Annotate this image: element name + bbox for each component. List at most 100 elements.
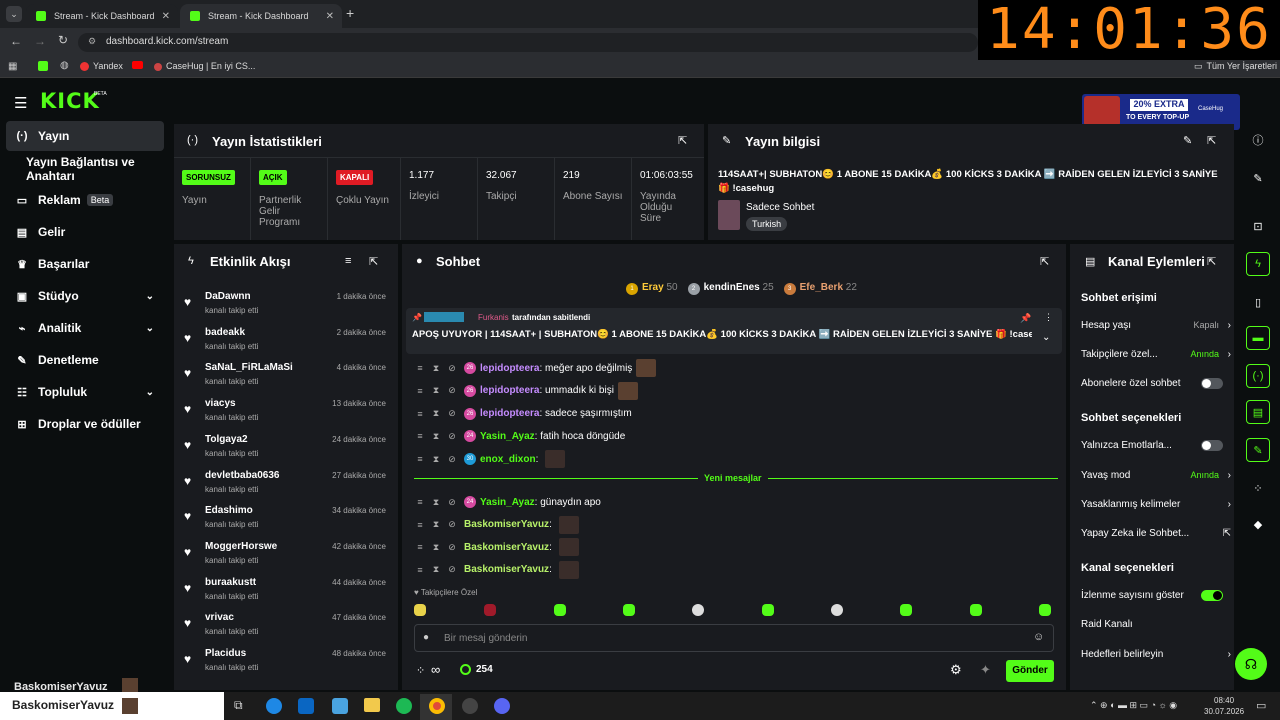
- emote-icon[interactable]: [692, 604, 704, 616]
- activity-username[interactable]: viacys: [205, 398, 236, 409]
- emote-icon[interactable]: [900, 604, 912, 616]
- chat-username[interactable]: Yasin_Ayaz: [480, 431, 535, 442]
- timeout-icon[interactable]: ⧗: [432, 542, 440, 553]
- youtube-icon[interactable]: [132, 61, 143, 69]
- edge-icon[interactable]: [266, 698, 282, 714]
- all-bookmarks[interactable]: ▭ Tüm Yer İşaretleri: [1194, 61, 1277, 72]
- chat-input[interactable]: ● Bir mesaj gönderin ☺: [414, 624, 1054, 652]
- mod-menu-icon[interactable]: ≡: [416, 386, 424, 396]
- activity-item[interactable]: ♥ DaDawnn kanalı takip etti 1 dakika önce: [182, 290, 394, 326]
- chat-message[interactable]: ≡ ⧗ ⊘ 26 lepidopteera: sadece şaşırmıştım: [416, 404, 632, 424]
- timeout-icon[interactable]: ⧗: [432, 385, 440, 396]
- sidebar-item-drops[interactable]: ⊞ Droplar ve ödüller: [6, 409, 164, 439]
- timeout-icon[interactable]: ⧗: [432, 363, 440, 374]
- sidebar-item-revenue[interactable]: ▤ Gelir: [6, 217, 164, 247]
- sidebar-item-community[interactable]: ☷ Topluluk ⌄: [6, 377, 164, 407]
- chat-username[interactable]: lepidopteera: [480, 363, 539, 374]
- sidebar-item-achievements[interactable]: ♛ Başarılar: [6, 249, 164, 279]
- gift-rail-icon[interactable]: ◆: [1246, 512, 1270, 536]
- popout-icon[interactable]: ⇱: [1207, 255, 1216, 268]
- chat-message[interactable]: ≡ ⧗ ⊘ 26 lepidopteera: meğer apo değilmiş: [416, 358, 657, 378]
- emote-icon[interactable]: [762, 604, 774, 616]
- mod-menu-icon[interactable]: ≡: [416, 497, 424, 507]
- tray-icons[interactable]: ⌃ ⊕ ◐ ▬ ⊞ ▭ ◔ ☼ ◉: [1090, 700, 1177, 711]
- sidebar-item-stream-key[interactable]: Yayın Bağlantısı ve Anahtarı: [6, 154, 176, 184]
- apps-grid-icon[interactable]: ▦: [8, 61, 17, 72]
- chat-username[interactable]: lepidopteera: [480, 408, 539, 419]
- chat-message[interactable]: ≡ ⧗ ⊘ 24 Yasin_Ayaz: fatih hoca döngüde: [416, 426, 625, 446]
- activity-username[interactable]: MoggerHorswe: [205, 541, 277, 552]
- emote-icon[interactable]: [623, 604, 635, 616]
- emote-icon[interactable]: [414, 604, 426, 616]
- tab-search-icon[interactable]: ⌄: [6, 6, 22, 22]
- activity-item[interactable]: ♥ SaNaL_FiRLaMaSi kanalı takip etti 4 dakik…: [182, 361, 394, 397]
- outlook-icon[interactable]: [298, 698, 314, 714]
- chat-message[interactable]: ≡ ⧗ ⊘ BaskomiserYavuz:: [416, 537, 579, 557]
- more-icon[interactable]: ⋮: [1044, 312, 1053, 323]
- new-tab-button[interactable]: +: [346, 5, 354, 21]
- chrome-icon[interactable]: [429, 698, 445, 714]
- activity-item[interactable]: ♥ Tolgaya2 kanalı takip etti 24 dakika önce: [182, 433, 394, 469]
- ban-icon[interactable]: ⊘: [448, 408, 456, 419]
- site-info-icon[interactable]: ⚙: [88, 36, 96, 47]
- ban-icon[interactable]: ⊘: [448, 542, 456, 553]
- broadcast-rail-icon[interactable]: (·): [1246, 364, 1270, 388]
- sidebar-item-ads[interactable]: ▭ Reklam Beta: [6, 185, 164, 215]
- forward-icon[interactable]: →: [34, 34, 46, 48]
- notifications-icon[interactable]: ▭: [1256, 699, 1266, 712]
- timeout-icon[interactable]: ⧗: [432, 519, 440, 530]
- mod-menu-icon[interactable]: ≡: [416, 542, 424, 552]
- chat-message[interactable]: ≡ ⧗ ⊘ 30 enox_dixon:: [416, 449, 566, 469]
- activity-item[interactable]: ♥ buraakustt kanalı takip etti 44 dakika ön…: [182, 576, 394, 612]
- bookmark-yandex[interactable]: Yandex: [80, 61, 123, 72]
- kick-bookmark-icon[interactable]: [38, 61, 48, 71]
- screenshot-icon[interactable]: ⊡: [1246, 214, 1270, 238]
- activity-item[interactable]: ♥ devletbaba0636 kanalı takip etti 27 dakik…: [182, 469, 394, 505]
- chat-username[interactable]: BaskomiserYavuz: [464, 519, 549, 530]
- activity-username[interactable]: devletbaba0636: [205, 470, 280, 481]
- banned-words-option[interactable]: Yasaklanmış kelimeler ›: [1081, 499, 1231, 510]
- bolt-rail-icon[interactable]: ϟ: [1246, 252, 1270, 276]
- close-icon[interactable]: ✕: [162, 11, 170, 22]
- timeout-icon[interactable]: ⧗: [432, 564, 440, 575]
- close-icon[interactable]: ✕: [326, 11, 334, 22]
- account-age-option[interactable]: Hesap yaşı Kapalı ›: [1081, 320, 1231, 331]
- settings-icon[interactable]: ⚙: [950, 662, 962, 678]
- ai-chat-option[interactable]: Yapay Zeka ile Sohbet... ⇱: [1081, 528, 1231, 539]
- activity-username[interactable]: DaDawnn: [205, 291, 251, 302]
- mod-menu-icon[interactable]: ≡: [416, 565, 424, 575]
- chat-message[interactable]: ≡ ⧗ ⊘ 26 lepidopteera: ummadık ki bişi: [416, 381, 638, 401]
- explorer-icon[interactable]: [364, 698, 380, 712]
- emoji-icon[interactable]: ☺: [1033, 631, 1044, 643]
- raid-option[interactable]: Raid Kanalı: [1081, 619, 1231, 630]
- ban-icon[interactable]: ⊘: [448, 385, 456, 396]
- wrench-rail-icon[interactable]: ✎: [1246, 438, 1270, 462]
- back-icon[interactable]: ←: [10, 34, 22, 48]
- chat-username[interactable]: BaskomiserYavuz: [464, 542, 549, 553]
- spotify-icon[interactable]: [396, 698, 412, 714]
- chat-username[interactable]: BaskomiserYavuz: [464, 564, 549, 575]
- sidebar-item-analytics[interactable]: ⌁ Analitik ⌄: [6, 313, 164, 343]
- sidebar-item-studio[interactable]: ▣ Stüdyo ⌄: [6, 281, 164, 311]
- activity-item[interactable]: ♥ viacys kanalı takip etti 13 dakika önce: [182, 397, 394, 433]
- emote-icon[interactable]: [970, 604, 982, 616]
- ban-icon[interactable]: ⊘: [448, 564, 456, 575]
- reload-icon[interactable]: ↻: [58, 33, 68, 47]
- timeout-icon[interactable]: ⧗: [432, 408, 440, 419]
- mod-menu-icon[interactable]: ≡: [416, 431, 424, 441]
- chat-username[interactable]: enox_dixon: [480, 454, 536, 465]
- chevron-down-icon[interactable]: ⌄: [1042, 332, 1050, 343]
- timeout-icon[interactable]: ⧗: [432, 431, 440, 442]
- tab-1[interactable]: Stream - Kick Dashboard ✕: [26, 4, 178, 28]
- url-bar[interactable]: ⚙ dashboard.kick.com/stream: [78, 33, 978, 52]
- emote-icon[interactable]: [554, 604, 566, 616]
- emote-icon[interactable]: [1039, 604, 1051, 616]
- chat-username[interactable]: lepidopteera: [480, 385, 539, 396]
- edit-icon[interactable]: ✎: [1183, 134, 1192, 147]
- info-icon[interactable]: ⓘ: [1246, 128, 1270, 152]
- ban-icon[interactable]: ⊘: [448, 431, 456, 442]
- store-icon[interactable]: [332, 698, 348, 714]
- mod-menu-icon[interactable]: ≡: [416, 409, 424, 419]
- timeout-icon[interactable]: ⧗: [432, 497, 440, 508]
- obs-icon[interactable]: [462, 698, 478, 714]
